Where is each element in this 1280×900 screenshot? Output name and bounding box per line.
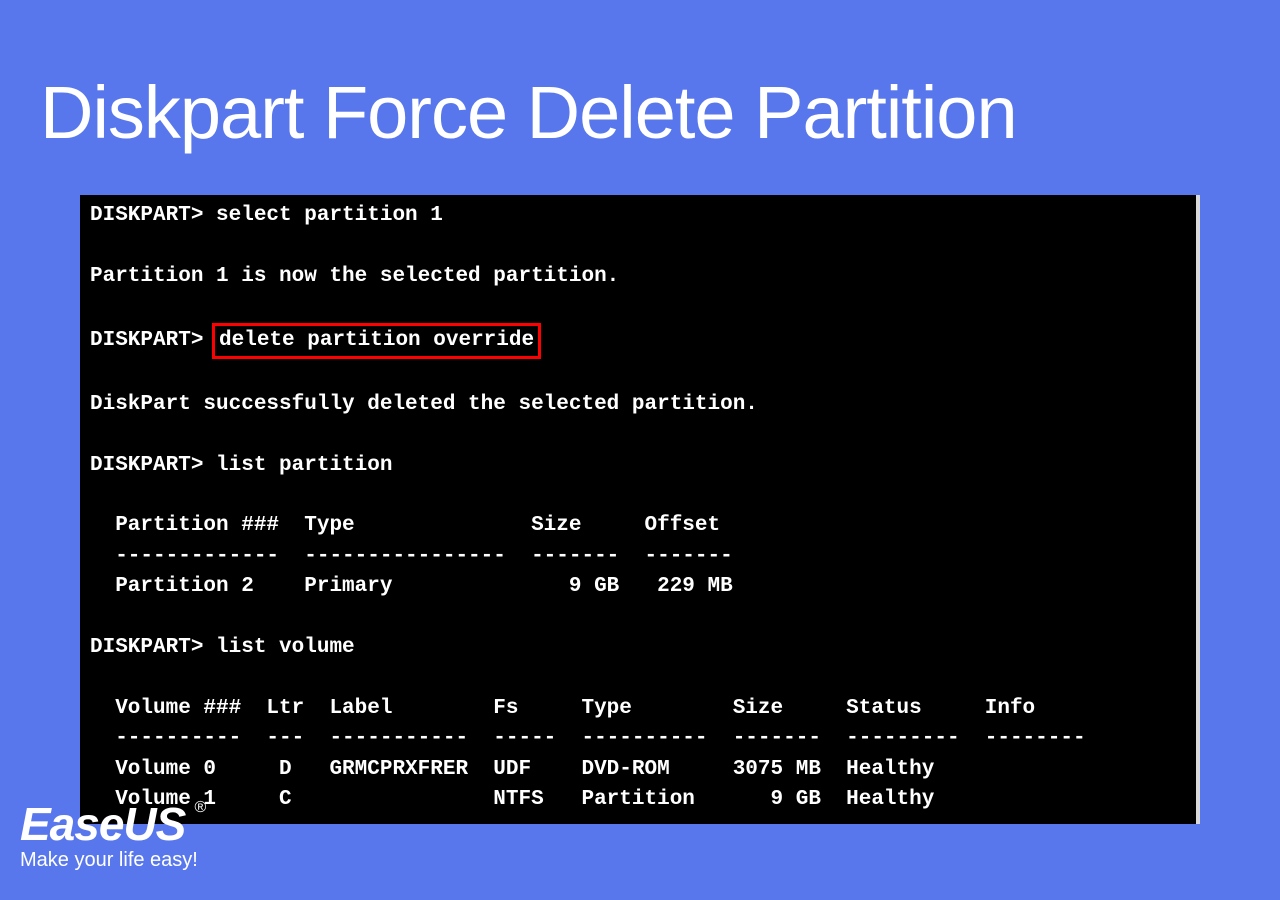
volume-table-divider: ---------- --- ----------- ----- -------… (90, 724, 1186, 754)
terminal-line: Partition 1 is now the selected partitio… (90, 262, 1186, 292)
terminal-line: DiskPart successfully deleted the select… (90, 390, 1186, 420)
terminal-line-highlighted: DISKPART> delete partition override (90, 323, 1186, 359)
terminal-blank (90, 292, 1186, 322)
partition-table-header: Partition ### Type Size Offset (90, 511, 1186, 541)
terminal-blank (90, 359, 1186, 389)
terminal-blank (90, 481, 1186, 511)
brand-name: EaseUS (20, 798, 185, 850)
terminal-line: DISKPART> list partition (90, 451, 1186, 481)
page-title: Diskpart Force Delete Partition (0, 0, 1280, 195)
terminal-line: DISKPART> select partition 1 (90, 201, 1186, 231)
terminal-window: DISKPART> select partition 1 Partition 1… (80, 195, 1200, 824)
terminal-blank (90, 420, 1186, 450)
volume-table-header: Volume ### Ltr Label Fs Type Size Status… (90, 694, 1186, 724)
partition-table-row: Partition 2 Primary 9 GB 229 MB (90, 572, 1186, 602)
brand-logo: EaseUS ® Make your life easy! (20, 797, 198, 872)
volume-table-row: Volume 1 C NTFS Partition 9 GB Healthy (90, 785, 1186, 815)
terminal-line: DISKPART> list volume (90, 633, 1186, 663)
brand-tagline: Make your life easy! (20, 849, 198, 872)
partition-table-divider: ------------- ---------------- ------- -… (90, 542, 1186, 572)
terminal-blank (90, 231, 1186, 261)
volume-table-row: Volume 0 D GRMCPRXFRER UDF DVD-ROM 3075 … (90, 755, 1186, 785)
terminal-prompt: DISKPART> (90, 329, 216, 352)
terminal-blank (90, 664, 1186, 694)
terminal-blank (90, 603, 1186, 633)
registered-icon: ® (195, 799, 206, 817)
highlight-box: delete partition override (212, 323, 541, 359)
